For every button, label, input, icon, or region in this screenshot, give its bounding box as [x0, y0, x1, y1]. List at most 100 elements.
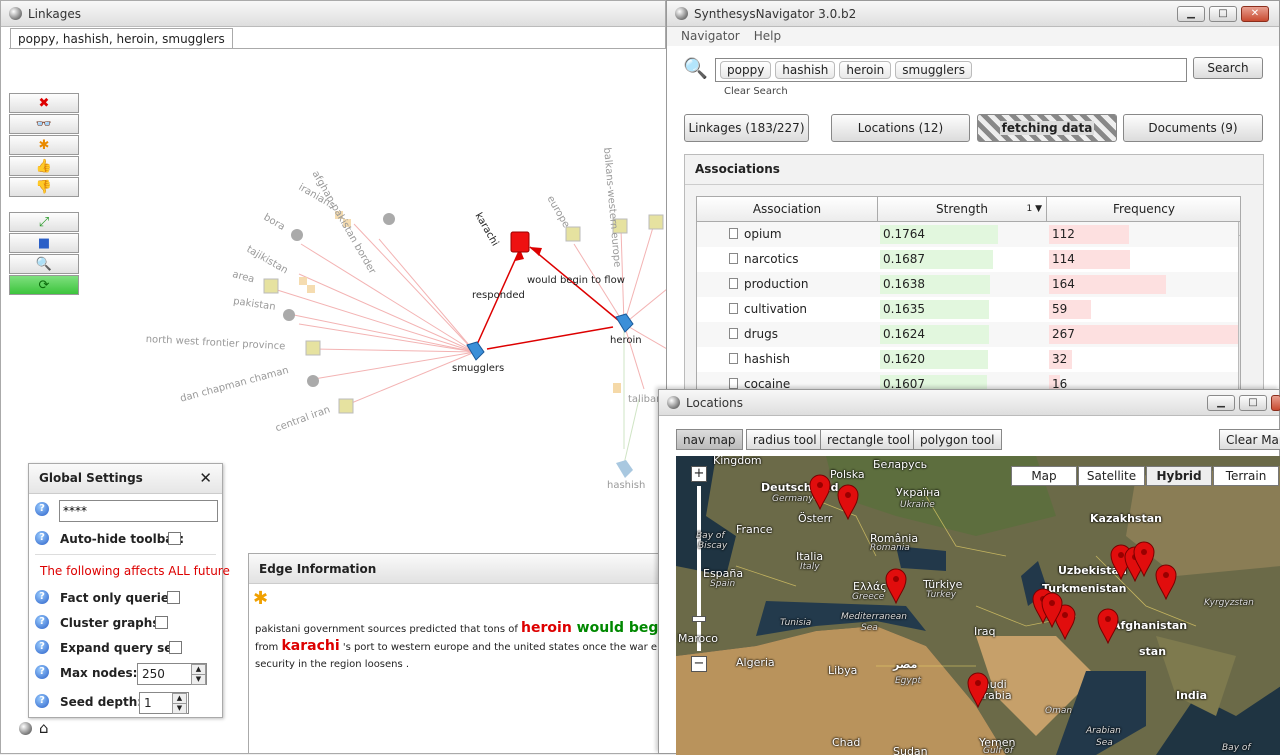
close-icon[interactable]: ✕	[1241, 6, 1269, 22]
hashish-node	[616, 460, 633, 478]
table-row[interactable]: production 0.1638 164	[697, 272, 1240, 297]
search-input[interactable]: poppy hashish heroin smugglers	[715, 58, 1187, 82]
col-strength[interactable]: Strength 1 ▼	[878, 197, 1047, 222]
query-chip[interactable]: smugglers	[895, 61, 972, 79]
heroin-label[interactable]: heroin	[610, 335, 642, 346]
expand-icon[interactable]: ⤢	[9, 212, 79, 232]
zoom-out-icon[interactable]: −	[691, 656, 707, 672]
map-marker-icon[interactable]	[1041, 592, 1063, 629]
password-field[interactable]	[59, 500, 218, 522]
close-icon[interactable]: ✕	[199, 469, 212, 487]
synth-titlebar[interactable]: SynthesysNavigator 3.0.b2 ▁ □ ✕	[667, 1, 1279, 27]
document-icon	[729, 378, 738, 389]
help-icon[interactable]: ?	[35, 590, 49, 604]
map-type-hybrid[interactable]: Hybrid	[1146, 466, 1212, 486]
map-marker-icon[interactable]	[809, 474, 831, 511]
table-row[interactable]: cultivation 0.1635 59	[697, 297, 1240, 322]
smugglers-label[interactable]: smugglers	[452, 363, 504, 374]
map-label: Greece	[852, 592, 885, 602]
menu-navigator[interactable]: Navigator	[681, 29, 740, 44]
minimize-icon[interactable]: ▁	[1177, 6, 1205, 22]
window-orb-icon	[667, 396, 680, 409]
polygon-tool-button[interactable]: polygon tool	[913, 429, 1002, 450]
col-association[interactable]: Association	[697, 197, 878, 222]
document-icon	[729, 228, 738, 239]
expand-checkbox[interactable]	[169, 641, 182, 654]
asterisk-icon[interactable]: ✱	[9, 135, 79, 155]
zoom-slider-track[interactable]	[697, 486, 701, 651]
zoom-in-icon[interactable]: +	[691, 466, 707, 482]
map-marker-icon[interactable]	[885, 568, 907, 605]
help-icon[interactable]: ?	[35, 502, 49, 516]
map-view[interactable]: + − Map Satellite Hybrid Terrain Kingdom…	[676, 456, 1280, 755]
auto-hide-checkbox[interactable]	[168, 532, 181, 545]
rectangle-tool-button[interactable]: rectangle tool	[820, 429, 918, 450]
map-label: Bay of	[1222, 743, 1251, 753]
table-row[interactable]: hashish 0.1620 32	[697, 347, 1240, 372]
binoculars-icon[interactable]: 👓	[9, 114, 79, 134]
edge-label-would-begin[interactable]: would begin to flow	[527, 275, 625, 286]
edge-label-responded[interactable]: responded	[472, 290, 525, 301]
menu-help[interactable]: Help	[754, 29, 781, 44]
query-tab[interactable]: poppy, hashish, heroin, smugglers	[10, 28, 233, 49]
thumbs-up-icon[interactable]: 👍	[9, 156, 79, 176]
help-icon[interactable]: ?	[35, 694, 49, 708]
help-icon[interactable]: ?	[35, 665, 49, 679]
tab-fetching[interactable]: fetching data	[977, 114, 1117, 142]
spin-down-icon[interactable]: ▼	[172, 703, 187, 714]
linkages-titlebar[interactable]: Linkages	[1, 1, 665, 27]
table-row[interactable]: opium 0.1764 112	[697, 222, 1240, 247]
locations-titlebar[interactable]: Locations ▁ □	[659, 390, 1280, 416]
col-frequency[interactable]: Frequency	[1047, 197, 1240, 222]
association-cell: narcotics	[697, 247, 878, 272]
faded-people-icons	[283, 213, 395, 387]
home-icon[interactable]: ⌂	[39, 719, 49, 737]
refresh-icon[interactable]: ⟳	[9, 275, 79, 295]
table-row[interactable]: drugs 0.1624 267	[697, 322, 1240, 347]
map-marker-icon[interactable]	[967, 672, 989, 709]
hashish-label[interactable]: hashish	[607, 480, 645, 491]
map-marker-icon[interactable]	[837, 484, 859, 521]
clear-map-button[interactable]: Clear Map	[1219, 429, 1280, 450]
heroin-node	[615, 313, 634, 333]
global-settings-panel: Global Settings ✕ ? ? Auto-hide toolbar:…	[28, 463, 230, 718]
help-icon[interactable]: ?	[35, 531, 49, 545]
map-type-map[interactable]: Map	[1011, 466, 1077, 486]
map-type-terrain[interactable]: Terrain	[1213, 466, 1279, 486]
nav-map-button[interactable]: nav map	[676, 429, 743, 450]
window-title: Linkages	[28, 6, 81, 21]
tab-locations[interactable]: Locations (12)	[831, 114, 970, 142]
query-chip[interactable]: poppy	[720, 61, 772, 79]
maximize-icon[interactable]: □	[1209, 6, 1237, 22]
help-icon[interactable]: ?	[35, 640, 49, 654]
query-chip[interactable]: heroin	[839, 61, 892, 79]
clear-search-link[interactable]: Clear Search	[724, 86, 788, 97]
map-marker-icon[interactable]	[1097, 608, 1119, 645]
map-marker-icon[interactable]	[1133, 541, 1155, 578]
spin-down-icon[interactable]: ▼	[191, 674, 206, 685]
minimize-icon[interactable]: ▁	[1207, 395, 1235, 411]
locations-window: Locations ▁ □ nav map radius tool rectan…	[658, 389, 1280, 755]
table-scrollbar[interactable]: ▲	[1238, 222, 1240, 395]
cluster-checkbox[interactable]	[155, 616, 168, 629]
search-button[interactable]: Search	[1193, 57, 1263, 79]
map-label: Romania	[870, 543, 910, 553]
close-icon[interactable]	[1271, 395, 1280, 411]
query-chip[interactable]: hashish	[775, 61, 836, 79]
zoom-slider-thumb[interactable]	[692, 616, 706, 622]
menu-bar: Navigator Help	[667, 27, 1279, 46]
radius-tool-button[interactable]: radius tool	[746, 429, 824, 450]
maximize-icon[interactable]: □	[1239, 395, 1267, 411]
select-box-icon[interactable]: ■	[9, 233, 79, 253]
delete-icon[interactable]: ✖	[9, 93, 79, 113]
zoom-icon[interactable]: 🔍	[9, 254, 79, 274]
table-row[interactable]: narcotics 0.1687 114	[697, 247, 1240, 272]
tab-linkages[interactable]: Linkages (183/227)	[684, 114, 809, 142]
map-type-satellite[interactable]: Satellite	[1078, 466, 1145, 486]
strength-cell: 0.1687	[878, 247, 1047, 272]
help-icon[interactable]: ?	[35, 615, 49, 629]
tab-documents[interactable]: Documents (9)	[1123, 114, 1263, 142]
map-marker-icon[interactable]	[1155, 564, 1177, 601]
thumbs-down-icon[interactable]: 👎	[9, 177, 79, 197]
fact-only-checkbox[interactable]	[167, 591, 180, 604]
